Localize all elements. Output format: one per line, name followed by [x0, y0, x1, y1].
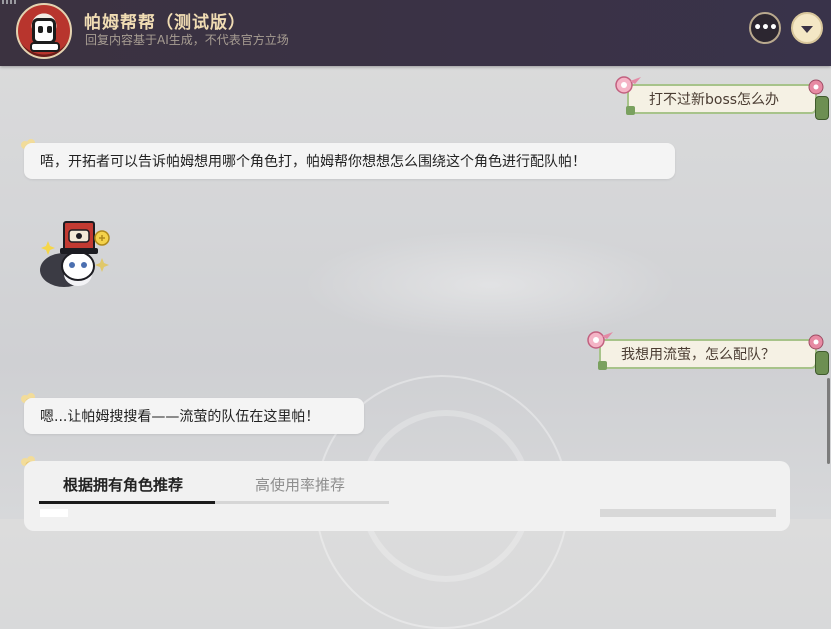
- avatar-eye: [38, 26, 43, 33]
- pom-pom-sticker-icon: [40, 221, 110, 287]
- lantern-icon: [815, 96, 829, 120]
- sakura-icon: [587, 331, 613, 349]
- user-message-text: 打不过新boss怎么办: [649, 92, 780, 108]
- assistant-message: 嗯...让帕姆搜搜看——流萤的队伍在这里帕！: [24, 398, 364, 434]
- chat-header: 帕姆帮帮（测试版） 回复内容基于AI生成，不代表官方立场 •••: [0, 0, 831, 66]
- team-slot: [600, 509, 776, 517]
- user-message-text: 我想用流萤，怎么配队？: [621, 347, 775, 363]
- more-icon: •••: [753, 20, 778, 36]
- more-button[interactable]: •••: [749, 12, 781, 44]
- lantern-icon: [815, 351, 829, 375]
- active-tab-indicator: [39, 501, 215, 504]
- assistant-message-text: 嗯...让帕姆搜搜看——流萤的队伍在这里帕！: [40, 409, 320, 425]
- avatar-eye: [47, 26, 52, 33]
- sakura-icon: [615, 76, 641, 94]
- flower-icon: [808, 334, 824, 350]
- team-slot: [40, 509, 68, 517]
- flower-icon: [808, 79, 824, 95]
- bubble-corner: [598, 361, 607, 370]
- bubble-corner: [626, 106, 635, 115]
- user-message: 打不过新boss怎么办: [615, 76, 829, 120]
- assistant-message: 唔，开拓者可以告诉帕姆想用哪个角色打，帕姆帮你想想怎么围绕这个角色进行配队帕！: [24, 143, 675, 179]
- chat-disclaimer: 回复内容基于AI生成，不代表官方立场: [85, 33, 289, 47]
- background-clouds: [300, 230, 680, 340]
- chevron-down-icon: [801, 26, 813, 33]
- avatar-face: [32, 18, 56, 44]
- avatar-base: [30, 42, 60, 52]
- team-recommend-card: 根据拥有角色推荐 高使用率推荐: [24, 461, 790, 531]
- chat-title: 帕姆帮帮（测试版）: [84, 13, 246, 33]
- status-ticks: [2, 0, 22, 4]
- user-message: 我想用流萤，怎么配队？: [587, 331, 829, 375]
- scrollbar[interactable]: [827, 378, 830, 464]
- tab-high-usage[interactable]: 高使用率推荐: [255, 474, 345, 495]
- assistant-message-text: 唔，开拓者可以告诉帕姆想用哪个角色打，帕姆帮你想想怎么围绕这个角色进行配队帕！: [40, 154, 586, 170]
- tab-owned-characters[interactable]: 根据拥有角色推荐: [63, 474, 183, 495]
- collapse-button[interactable]: [791, 12, 823, 44]
- pom-pom-avatar: [16, 3, 72, 59]
